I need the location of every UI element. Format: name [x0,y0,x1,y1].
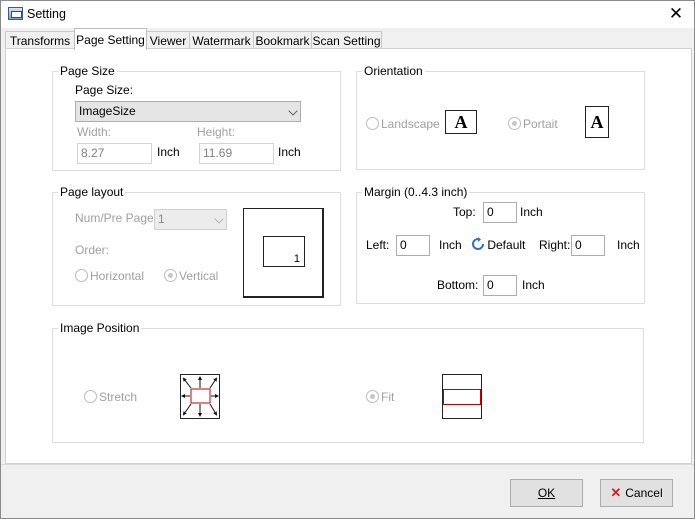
top-margin-field[interactable]: 0 [483,202,517,223]
fit-label: Fit [381,390,395,404]
cancel-label: Cancel [625,486,663,500]
fit-radio[interactable] [366,390,379,403]
tab-bookmark[interactable]: Bookmark [253,31,312,49]
image-position-group: Image Position Stretch Fit [52,321,644,443]
portrait-radio[interactable] [508,117,521,130]
bottom-label: Bottom: [437,278,479,292]
tab-page-setting[interactable]: Page Setting [74,28,147,50]
window-title: Setting [27,7,66,21]
bottom-unit: Inch [522,278,545,292]
height-field[interactable]: 11.69 [199,143,274,164]
width-label: Width: [77,125,112,139]
ok-button[interactable]: OK [510,479,583,507]
fit-preview-icon [442,374,482,419]
title-bar: Setting ✕ [1,1,694,28]
portrait-label: Portait [523,117,558,131]
fit-box [443,389,481,405]
stretch-preview-icon [180,374,220,419]
page-size-group: Page Size Page Size: ImageSize Width: He… [52,64,341,171]
footer-separator [1,464,694,465]
app-icon [8,7,23,20]
vertical-label: Vertical [179,269,219,283]
num-per-page-value: 1 [158,212,165,226]
stretch-label: Stretch [99,390,138,404]
group-title: Page Size [58,64,117,78]
left-label: Left: [366,238,390,252]
tab-watermark[interactable]: Watermark [189,31,254,49]
page-setting-panel: Page Size Page Size: ImageSize Width: He… [5,48,692,464]
left-margin-field[interactable]: 0 [396,235,430,256]
group-title: Page layout [58,185,126,199]
horizontal-radio[interactable] [75,269,88,282]
refresh-icon [472,237,484,250]
default-button[interactable]: Default [472,237,525,252]
top-label: Top: [453,205,476,219]
left-unit: Inch [439,238,462,252]
stretch-arrows-icon [181,376,219,417]
ok-label: OK [537,486,556,500]
page-layout-group: Page layout Num/Pre Page 1 Order: Horizo… [52,185,341,306]
right-label: Right: [539,238,571,252]
landscape-label: Landscape [381,117,440,131]
height-label: Height: [197,125,236,139]
layout-preview-cell: 1 [263,236,305,267]
portrait-page-icon: A [585,106,609,138]
page-size-select[interactable]: ImageSize [75,101,301,122]
width-unit: Inch [157,145,180,159]
num-per-page-label: Num/Pre Page [75,211,154,225]
group-title: Margin (0..4.3 inch) [362,185,470,199]
group-title: Image Position [58,321,142,335]
chevron-down-icon [288,106,298,116]
landscape-page-icon: A [445,110,477,134]
vertical-radio[interactable] [164,269,177,282]
tab-viewer[interactable]: Viewer [146,31,190,49]
close-button[interactable]: ✕ [658,1,694,28]
page-size-value: ImageSize [79,104,136,118]
margin-group: Margin (0..4.3 inch) Top: 0 Inch Left: 0… [356,185,645,304]
setting-dialog: Setting ✕ Transforms Page Setting Viewer… [0,0,695,519]
page-size-label: Page Size: [75,83,134,97]
cancel-x-icon: ✕ [610,485,622,500]
bottom-margin-field[interactable]: 0 [483,275,517,296]
default-label: Default [487,238,526,252]
horizontal-label: Horizontal [90,269,145,283]
stretch-radio[interactable] [84,390,97,403]
top-unit: Inch [520,205,543,219]
num-per-page-select[interactable]: 1 [154,209,227,230]
layout-preview-number: 1 [293,253,300,265]
cancel-button[interactable]: ✕ Cancel [600,479,673,507]
page-letter: A [454,112,468,132]
right-unit: Inch [617,238,640,252]
landscape-radio[interactable] [366,117,379,130]
width-field[interactable]: 8.27 [77,143,152,164]
group-title: Orientation [362,64,425,78]
right-margin-field[interactable]: 0 [571,235,605,256]
order-label: Order: [75,243,110,257]
height-unit: Inch [278,145,301,159]
orientation-group: Orientation Landscape A Portait A [356,64,645,170]
tab-transforms[interactable]: Transforms [5,31,75,49]
layout-preview: 1 [243,208,324,298]
chevron-down-icon [214,214,224,224]
page-letter: A [590,112,604,132]
tab-scan-setting[interactable]: Scan Setting [311,31,382,49]
